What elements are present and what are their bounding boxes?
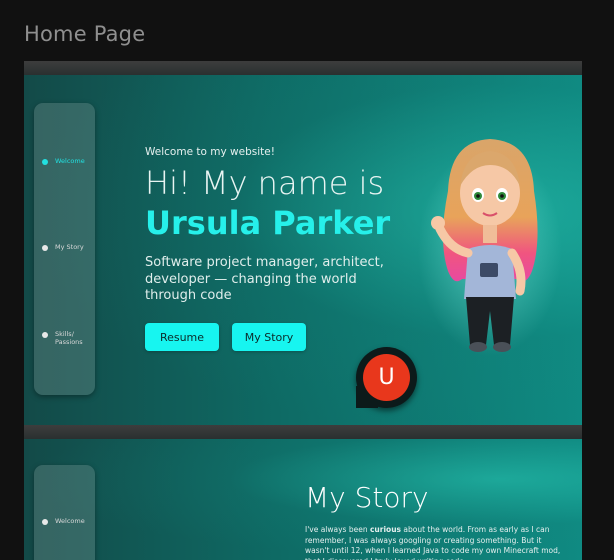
nav-item-welcome[interactable]: Welcome xyxy=(42,517,91,525)
nav-dot-icon xyxy=(42,332,48,338)
frame-top-band xyxy=(24,425,582,439)
welcome-text: Welcome to my website! xyxy=(145,146,275,158)
nav-dot-icon xyxy=(42,519,48,525)
nav-dot-icon xyxy=(42,159,48,165)
story-text-start: I've always been xyxy=(305,525,370,534)
nav-label: Welcome xyxy=(55,517,85,525)
my-story-button[interactable]: My Story xyxy=(232,323,306,351)
tagline-text: Software project manager, architect, dev… xyxy=(145,255,384,303)
greeting-heading: Hi! My name is xyxy=(145,164,385,202)
floating-logo-badge[interactable]: U xyxy=(356,347,417,408)
story-paragraph: I've always been curious about the world… xyxy=(305,525,561,560)
avatar-figure-icon xyxy=(418,139,562,356)
nav-label: Skills/ Passions xyxy=(55,330,83,346)
story-heading: My Story xyxy=(305,481,429,514)
nav-label: Welcome xyxy=(55,157,85,165)
badge-letter: U xyxy=(363,354,410,401)
story-section-frame: Welcome My Story I've always been curiou… xyxy=(24,425,582,560)
nav-dot-icon xyxy=(42,245,48,251)
hero-section-frame: Welcome My Story Skills/ Passions Welcom… xyxy=(24,61,582,437)
side-nav: Welcome My Story Skills/ Passions xyxy=(34,103,95,395)
name-heading: Ursula Parker xyxy=(145,204,391,242)
story-text-bold: curious xyxy=(369,525,401,534)
side-nav: Welcome xyxy=(34,465,95,560)
frame-top-band xyxy=(24,61,582,75)
nav-label: My Story xyxy=(55,243,84,251)
nav-item-skills[interactable]: Skills/ Passions xyxy=(42,330,91,346)
nav-item-my-story[interactable]: My Story xyxy=(42,243,91,251)
resume-button[interactable]: Resume xyxy=(145,323,219,351)
page-title: Home Page xyxy=(24,22,146,46)
nav-item-welcome[interactable]: Welcome xyxy=(42,157,91,165)
avatar-illustration xyxy=(410,131,570,361)
